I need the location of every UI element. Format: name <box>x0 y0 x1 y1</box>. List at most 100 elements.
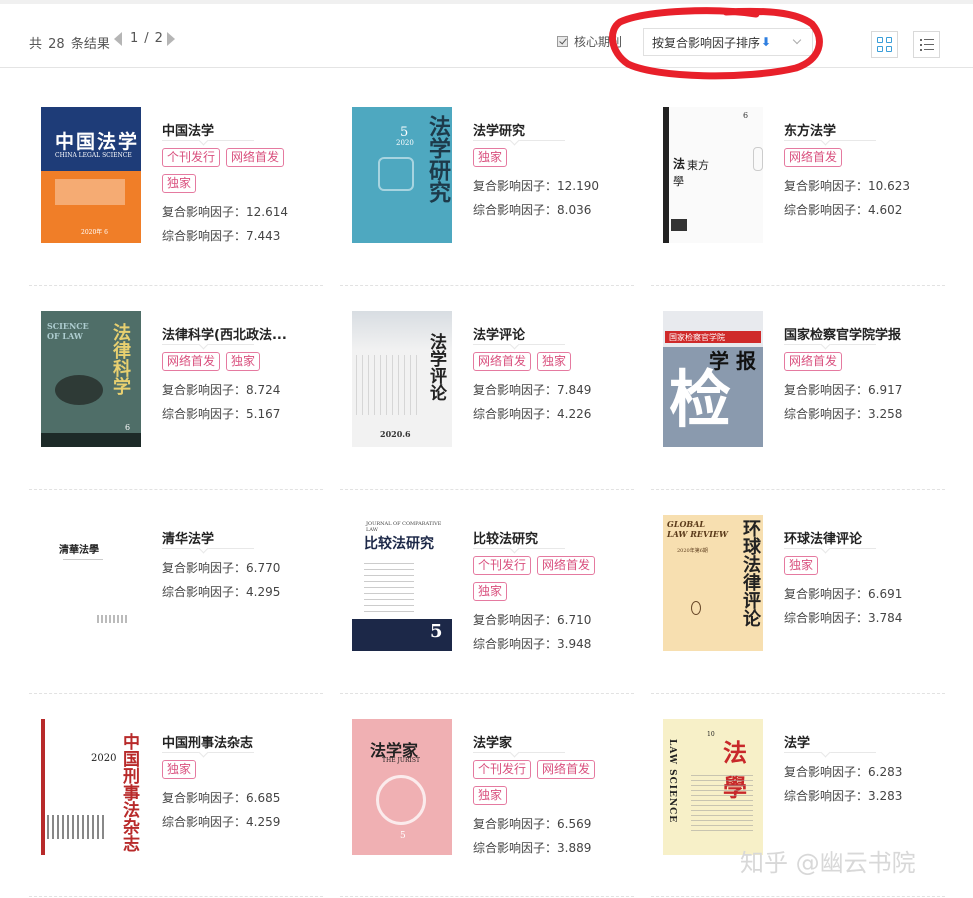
overall-impact-factor-value: 4.259 <box>246 815 281 829</box>
cover-title: 清華法學 <box>59 545 99 556</box>
composite-impact-factor-label: 复合影响因子： <box>473 179 558 193</box>
journal-title[interactable]: 比较法研究 <box>473 528 623 546</box>
overall-impact-factor-value: 8.036 <box>557 203 592 217</box>
composite-impact-factor-label: 复合影响因子： <box>162 205 247 219</box>
journal-title[interactable]: 法学家 <box>473 732 623 750</box>
journal-cover-image[interactable]: 中国刑事法杂志 2020 <box>41 719 141 855</box>
journal-cover-image[interactable]: 5 2020 法学研究 <box>352 107 452 243</box>
journal-tags: 网络首发 独家 <box>473 352 623 378</box>
core-journal-filter[interactable]: 核心期刊 <box>557 33 622 50</box>
journal-card[interactable]: 法 東方 學 6 东方法学 网络首发 复合影响因子：10.623 综合影响因子：4.6… <box>651 88 946 278</box>
overall-impact-factor: 综合影响因子：4.602 <box>784 198 954 222</box>
journal-info: 法律科学(西北政法... 网络首发 独家 复合影响因子：8.724 综合影响因子：5.1… <box>162 324 332 426</box>
journal-info: 法学评论 网络首发 独家 复合影响因子：7.849 综合影响因子：4.226 <box>473 324 643 426</box>
title-underline <box>784 548 876 556</box>
sort-direction-icon: ⬇ <box>761 35 772 49</box>
journal-card[interactable]: GLOBAL LAW REVIEW 环球法律评论 2020年第6期 环球法律评论独… <box>651 496 946 686</box>
overall-impact-factor-value: 4.602 <box>868 203 903 217</box>
title-underline <box>473 752 565 760</box>
title-underline <box>473 344 565 352</box>
journal-card[interactable]: 中国刑事法杂志 2020 中国刑事法杂志 独家复合影响因子：6.685 综合影响因子… <box>29 700 324 890</box>
overall-impact-factor: 综合影响因子：4.226 <box>473 402 643 426</box>
prev-page-icon[interactable] <box>114 31 122 46</box>
overall-impact-factor-label: 综合影响因子： <box>473 203 558 217</box>
composite-impact-factor-label: 复合影响因子： <box>473 383 558 397</box>
overall-impact-factor-label: 综合影响因子： <box>162 585 247 599</box>
journal-title[interactable]: 国家检察官学院学报 <box>784 324 934 342</box>
journal-card[interactable]: 5 2020 法学研究 法学研究独家复合影响因子：12.190 综合影响因子：8.… <box>340 88 635 278</box>
journal-title[interactable]: 中国刑事法杂志 <box>162 732 312 750</box>
row-divider <box>651 489 945 490</box>
journal-card[interactable]: SCIENCE OF LAW 法律科学 6 法律科学(西北政法... 网络首发 独家 复合… <box>29 292 324 482</box>
journal-cover-image[interactable]: 法学评论 2020.6 <box>352 311 452 447</box>
row-divider <box>651 285 945 286</box>
overall-impact-factor: 综合影响因子：3.889 <box>473 836 643 860</box>
journal-cover-image[interactable]: GLOBAL LAW REVIEW 环球法律评论 2020年第6期 <box>663 515 763 651</box>
journal-card[interactable]: 中国法学 CHINA LEGAL SCIENCE 2020年 6 中国法学 个刊发行… <box>29 88 324 278</box>
composite-impact-factor: 复合影响因子：6.917 <box>784 378 954 402</box>
journal-info: 中国法学 个刊发行 网络首发 独家 复合影响因子：12.614 综合影响因子：7.443 <box>162 120 332 248</box>
journal-cover-image[interactable]: 国家检察官学院 学 报 检 <box>663 311 763 447</box>
journal-title[interactable]: 法学研究 <box>473 120 623 138</box>
row-divider <box>340 489 634 490</box>
journal-title[interactable]: 清华法学 <box>162 528 312 546</box>
row-divider <box>340 285 634 286</box>
result-count-number: 28 <box>48 37 65 52</box>
journal-tag: 独家 <box>162 760 197 779</box>
grid-view-button[interactable] <box>871 31 898 58</box>
journal-tag: 网络首发 <box>162 352 221 371</box>
journal-cover-image[interactable]: 中国法学 CHINA LEGAL SCIENCE 2020年 6 <box>41 107 141 243</box>
journal-cover-image[interactable]: 法 東方 學 6 <box>663 107 763 243</box>
core-journal-label: 核心期刊 <box>574 35 623 49</box>
journal-title[interactable]: 东方法学 <box>784 120 934 138</box>
composite-impact-factor-value: 12.614 <box>246 205 289 219</box>
journal-card[interactable]: 国家检察官学院 学 报 检 国家检察官学院学报 网络首发 复合影响因子：6.917 综合… <box>651 292 946 482</box>
composite-impact-factor-value: 6.685 <box>246 791 281 805</box>
journal-card[interactable]: 法学评论 2020.6 法学评论 网络首发 独家 复合影响因子：7.849 综合影响因子：… <box>340 292 635 482</box>
journal-tags: 网络首发 <box>784 148 934 174</box>
composite-impact-factor-value: 12.190 <box>557 179 600 193</box>
journal-title[interactable]: 法律科学(西北政法... <box>162 324 312 342</box>
list-view-button[interactable] <box>913 31 940 58</box>
overall-impact-factor-value: 7.443 <box>246 229 281 243</box>
journal-cover-image[interactable]: JOURNAL OF COMPARATIVE LAW 比较法研究 5 <box>352 515 452 651</box>
composite-impact-factor-value: 6.710 <box>557 613 592 627</box>
journal-title[interactable]: 法学评论 <box>473 324 623 342</box>
composite-impact-factor-label: 复合影响因子： <box>784 765 869 779</box>
journal-tags: 独家 <box>473 148 623 174</box>
journal-tag: 网络首发 <box>473 352 532 371</box>
journal-info: 东方法学 网络首发 复合影响因子：10.623 综合影响因子：4.602 <box>784 120 954 222</box>
row-divider <box>340 896 634 897</box>
journal-title[interactable]: 中国法学 <box>162 120 312 138</box>
composite-impact-factor: 复合影响因子：6.770 <box>162 556 332 580</box>
overall-impact-factor: 综合影响因子：3.283 <box>784 784 954 808</box>
composite-impact-factor-value: 6.569 <box>557 817 592 831</box>
core-journal-checkbox[interactable] <box>557 36 568 47</box>
composite-impact-factor: 复合影响因子：8.724 <box>162 378 332 402</box>
journal-cover-image[interactable]: SCIENCE OF LAW 法律科学 6 <box>41 311 141 447</box>
journal-card[interactable]: JOURNAL OF COMPARATIVE LAW 比较法研究 5 比较法研究个… <box>340 496 635 686</box>
journal-tag: 独家 <box>226 352 261 371</box>
journal-cover-image[interactable]: LAW SCIENCE 法學 10 <box>663 719 763 855</box>
composite-impact-factor: 复合影响因子：6.691 <box>784 582 954 606</box>
journal-card[interactable]: 清華法學 清华法学 复合影响因子：6.770 综合影响因子：4.295 <box>29 496 324 686</box>
overall-impact-factor-label: 综合影响因子： <box>162 815 247 829</box>
title-underline <box>784 140 876 148</box>
journal-title[interactable]: 法学 <box>784 732 934 750</box>
journal-cover-image[interactable]: 清華法學 <box>41 515 141 651</box>
overall-impact-factor: 综合影响因子：4.259 <box>162 810 332 834</box>
journal-cover-image[interactable]: 法学家 THE JURIST 5 <box>352 719 452 855</box>
sort-dropdown[interactable]: 按复合影响因子排序 ⬇ <box>643 28 813 56</box>
overall-impact-factor-label: 综合影响因子： <box>784 407 869 421</box>
overall-impact-factor-value: 4.295 <box>246 585 281 599</box>
next-page-icon[interactable] <box>166 31 175 46</box>
cover-title: 法律科学 <box>110 323 131 395</box>
journal-title[interactable]: 环球法律评论 <box>784 528 934 546</box>
journal-tag: 网络首发 <box>784 352 843 371</box>
composite-impact-factor: 复合影响因子：12.614 <box>162 200 332 224</box>
row-divider <box>340 693 634 694</box>
journal-card[interactable]: 法学家 THE JURIST 5 法学家 个刊发行 网络首发 独家 复合影响因子：6.56… <box>340 700 635 890</box>
overall-impact-factor-label: 综合影响因子： <box>473 841 558 855</box>
composite-impact-factor-label: 复合影响因子： <box>162 791 247 805</box>
result-suffix: 条结果 <box>70 37 110 52</box>
